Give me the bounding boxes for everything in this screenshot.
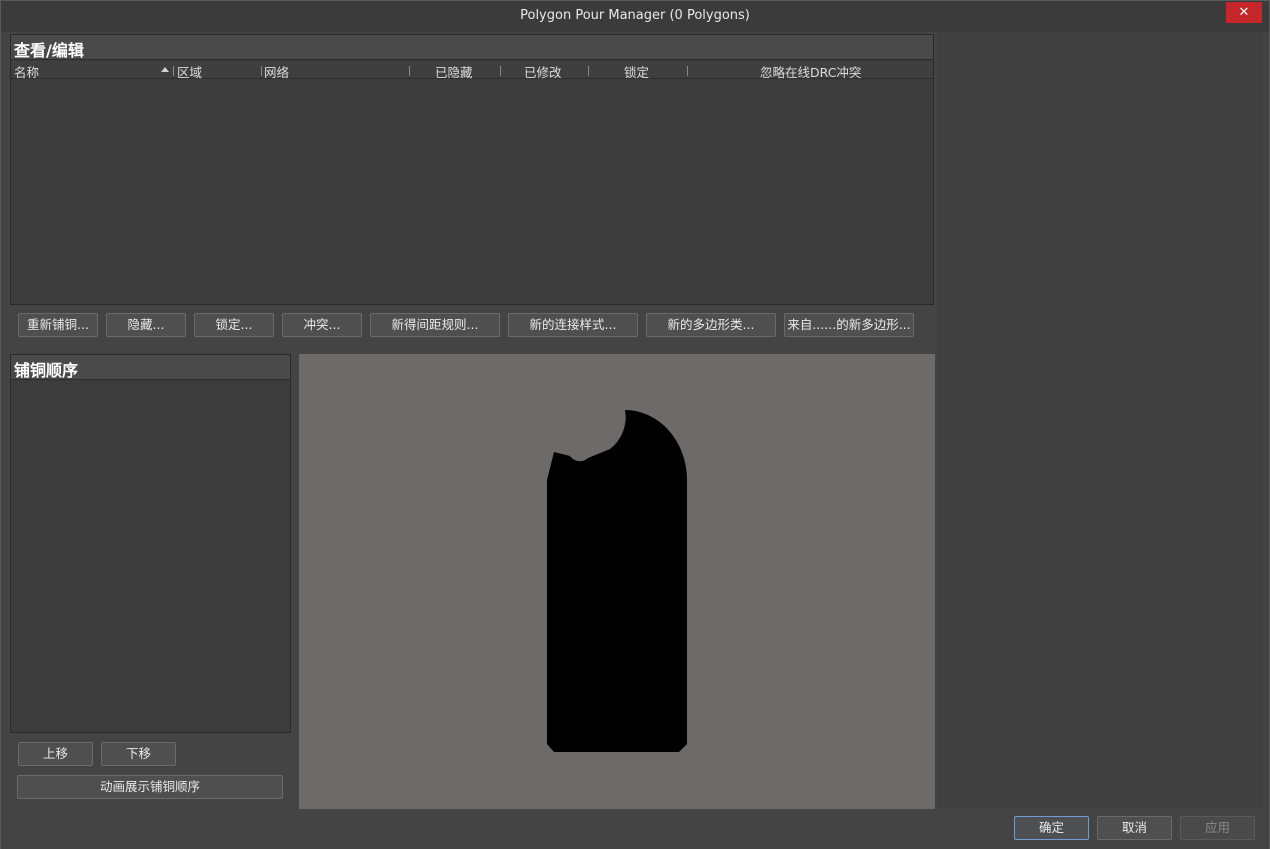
animate-pour-order-button[interactable]: 动画展示铺铜顺序 [17,775,283,799]
column-separator[interactable] [588,66,589,76]
column-region[interactable]: 区域 [177,62,202,81]
hide-button[interactable]: 隐藏... [106,313,186,337]
move-down-button[interactable]: 下移 [101,742,176,766]
window-title: Polygon Pour Manager (0 Polygons) [520,8,750,23]
column-modified[interactable]: 已修改 [524,62,562,81]
column-separator[interactable] [173,66,174,76]
new-connect-style-button[interactable]: 新的连接样式... [508,313,638,337]
column-separator[interactable] [261,66,262,76]
column-separator[interactable] [500,66,501,76]
repour-button[interactable]: 重新铺铜... [18,313,98,337]
violations-button[interactable]: 冲突... [282,313,362,337]
column-separator[interactable] [409,66,410,76]
cancel-button[interactable]: 取消 [1097,816,1172,840]
column-locked[interactable]: 锁定 [624,62,649,81]
column-net[interactable]: 网络 [264,62,289,81]
right-panel [937,33,1263,808]
new-polygon-class-button[interactable]: 新的多边形类... [646,313,776,337]
title-bar[interactable]: Polygon Pour Manager (0 Polygons) ✕ [1,1,1269,32]
new-polygon-from-button[interactable]: 来自......的新多边形... [784,313,914,337]
polygon-pour-manager-dialog: Polygon Pour Manager (0 Polygons) ✕ 查看/编… [0,0,1270,849]
dialog-footer: 确定 取消 应用 [1,809,1269,849]
board-shape-preview [547,410,687,752]
polygon-shape [547,410,687,752]
polygon-preview [299,354,935,809]
move-up-button[interactable]: 上移 [18,742,93,766]
apply-button[interactable]: 应用 [1180,816,1255,840]
lock-button[interactable]: 锁定... [194,313,274,337]
column-name[interactable]: 名称 [14,62,39,81]
sort-ascending-icon [161,67,169,72]
pour-order-panel: 铺铜顺序 [10,354,291,733]
pour-order-title: 铺铜顺序 [11,355,290,380]
table-header: 名称 区域 网络 已隐藏 已修改 锁定 忽略在线DRC冲突 [11,61,933,81]
close-button[interactable]: ✕ [1226,2,1262,23]
column-ignore-online-drc[interactable]: 忽略在线DRC冲突 [760,62,861,81]
new-clearance-rule-button[interactable]: 新得间距规则... [370,313,500,337]
ok-button[interactable]: 确定 [1014,816,1089,840]
view-edit-panel: 查看/编辑 名称 区域 网络 已隐藏 已修改 锁定 忽略在线DRC冲突 [10,34,934,305]
column-separator[interactable] [687,66,688,76]
view-edit-title: 查看/编辑 [11,35,933,60]
column-hidden[interactable]: 已隐藏 [435,62,473,81]
